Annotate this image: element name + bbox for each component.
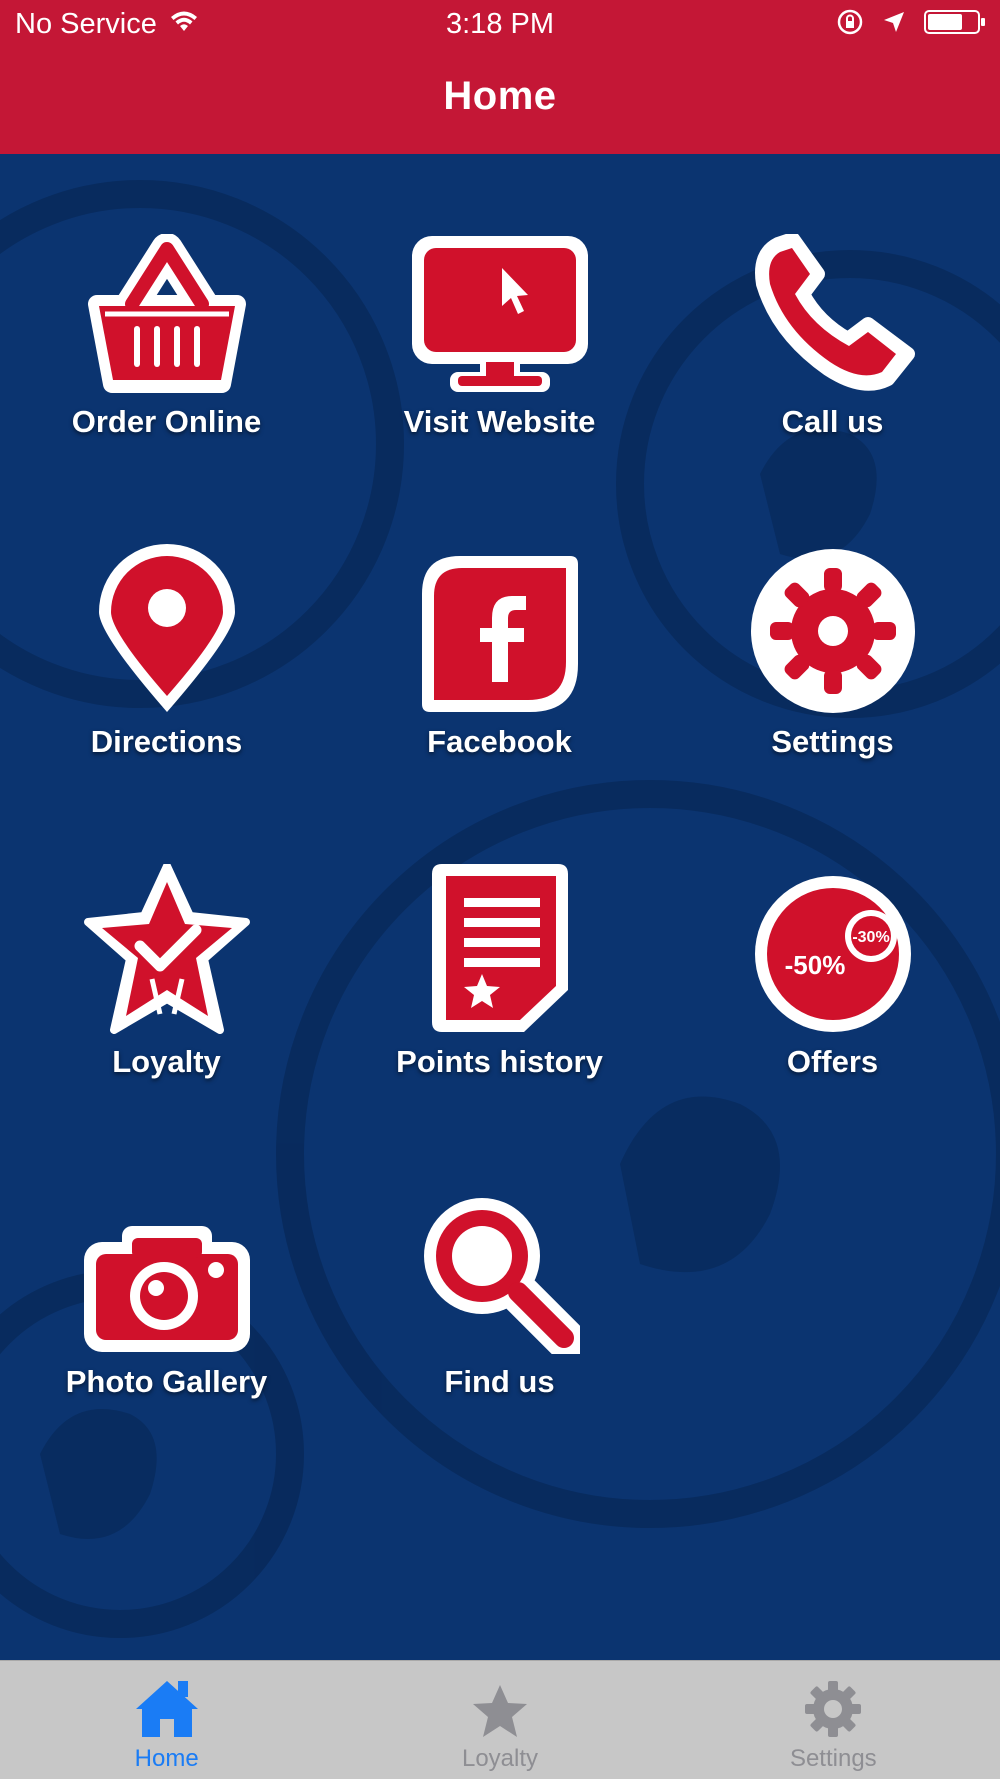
- tile-label: Order Online: [71, 404, 262, 439]
- receipt-icon: [431, 864, 568, 1032]
- battery-icon: [924, 9, 986, 40]
- home-grid: Order Online Visit Website Call us Direc…: [0, 154, 1000, 1660]
- tile-offers[interactable]: -30% -50% Offers: [666, 864, 999, 1164]
- tile-label: Photo Gallery: [65, 1364, 268, 1399]
- tab-settings[interactable]: Settings: [667, 1661, 1000, 1779]
- facebook-icon: [421, 556, 578, 712]
- tile-directions[interactable]: Directions: [0, 544, 333, 844]
- tile-label: Find us: [444, 1364, 555, 1399]
- offers-badge-small: -30%: [852, 929, 889, 946]
- gear-icon: [805, 1681, 862, 1737]
- home-icon: [135, 1681, 198, 1737]
- page-title: Home: [443, 74, 557, 118]
- basket-icon: [87, 234, 246, 393]
- tile-facebook[interactable]: Facebook: [333, 544, 666, 844]
- tile-label: Facebook: [427, 724, 572, 759]
- tile-call-us[interactable]: Call us: [666, 224, 999, 524]
- monitor-icon: [411, 236, 588, 392]
- rotation-lock-icon: [836, 8, 864, 41]
- star-icon: [472, 1685, 527, 1737]
- tile-points-history[interactable]: Points history: [333, 864, 666, 1164]
- loyalty-star-icon: [83, 864, 250, 1034]
- magnifier-icon: [423, 1198, 580, 1354]
- tile-label: Settings: [771, 724, 894, 759]
- tab-home[interactable]: Home: [0, 1661, 333, 1779]
- phone-icon: [754, 234, 915, 391]
- tile-photo-gallery[interactable]: Photo Gallery: [0, 1184, 333, 1484]
- location-arrow-icon: [882, 10, 906, 39]
- status-right: [836, 8, 986, 41]
- tile-label: Directions: [90, 724, 243, 759]
- camera-icon: [83, 1226, 250, 1352]
- tile-label: Loyalty: [112, 1044, 221, 1079]
- tile-order-online[interactable]: Order Online: [0, 224, 333, 524]
- tile-find-us[interactable]: Find us: [333, 1184, 666, 1484]
- offers-badge-large: -50%: [784, 950, 845, 980]
- map-pin-icon: [98, 544, 235, 712]
- tile-label: Visit Website: [403, 404, 596, 439]
- tab-label: Home: [134, 1745, 199, 1772]
- top-bar: No Service 3:18 PM Home: [0, 0, 1000, 154]
- tile-loyalty[interactable]: Loyalty: [0, 864, 333, 1164]
- offers-icon: -30% -50%: [754, 876, 911, 1032]
- tab-bar: Home Loyalty Settings: [0, 1660, 1000, 1779]
- tab-loyalty[interactable]: Loyalty: [333, 1661, 666, 1779]
- tile-label: Call us: [781, 404, 884, 439]
- tile-settings[interactable]: Settings: [666, 544, 999, 844]
- tab-label: Settings: [789, 1745, 877, 1772]
- gear-icon: [750, 549, 915, 713]
- tab-label: Loyalty: [461, 1745, 539, 1772]
- tile-visit-website[interactable]: Visit Website: [333, 224, 666, 524]
- tile-label: Points history: [396, 1044, 603, 1079]
- tile-label: Offers: [786, 1044, 879, 1079]
